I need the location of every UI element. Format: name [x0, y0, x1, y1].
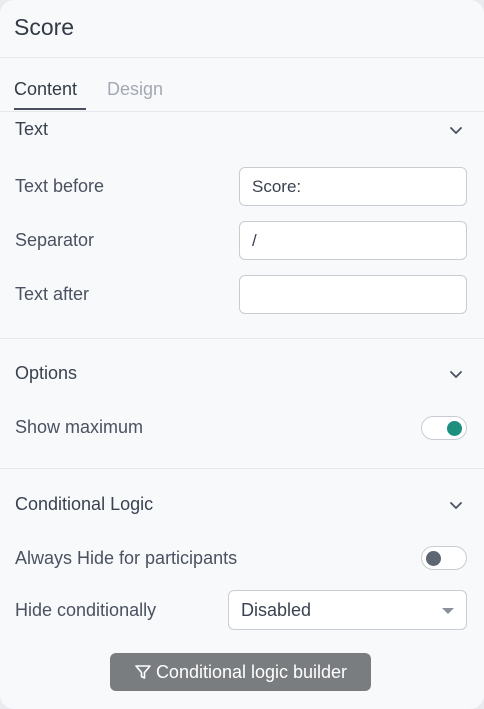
properties-panel: Score Content Design Text Text before Se…: [0, 0, 484, 709]
panel-header: Score: [0, 0, 484, 58]
section-header-conditional-logic[interactable]: Conditional Logic: [0, 488, 484, 522]
text-after-input[interactable]: [239, 275, 467, 314]
text-before-input[interactable]: [239, 167, 467, 206]
hide-conditionally-value: Disabled: [241, 600, 312, 620]
tab-content[interactable]: Content: [14, 79, 77, 100]
text-before-label: Text before: [15, 176, 105, 196]
hide-conditionally-label: Hide conditionally: [15, 600, 157, 620]
toggle-knob: [426, 551, 441, 566]
panel-title: Score: [14, 14, 75, 40]
chevron-down-icon: [450, 502, 462, 509]
caret-down-icon: [442, 608, 454, 614]
hide-conditionally-select[interactable]: Disabled: [228, 590, 467, 630]
chevron-down-icon: [450, 127, 462, 134]
section-title-text: Text: [15, 119, 49, 139]
separator-label: Separator: [15, 230, 95, 250]
tab-bar: Content Design: [0, 58, 484, 112]
chevron-down-icon: [450, 371, 462, 378]
filter-icon: [135, 665, 151, 679]
separator-input[interactable]: [239, 221, 467, 260]
conditional-logic-builder-button[interactable]: Conditional logic builder: [110, 653, 371, 691]
show-maximum-toggle[interactable]: [421, 416, 467, 440]
always-hide-toggle[interactable]: [421, 546, 467, 570]
section-header-text[interactable]: Text: [0, 113, 484, 147]
always-hide-label: Always Hide for participants: [15, 548, 238, 568]
section-divider: [0, 468, 484, 469]
active-tab-indicator: [14, 108, 86, 110]
toggle-knob: [447, 421, 462, 436]
text-after-label: Text after: [15, 284, 90, 304]
conditional-logic-builder-label: Conditional logic builder: [155, 661, 348, 682]
section-title-options: Options: [15, 363, 78, 383]
section-header-options[interactable]: Options: [0, 357, 484, 391]
tab-design[interactable]: Design: [107, 79, 163, 100]
section-title-conditional-logic: Conditional Logic: [15, 494, 154, 514]
show-maximum-label: Show maximum: [15, 417, 144, 437]
section-divider: [0, 338, 484, 339]
